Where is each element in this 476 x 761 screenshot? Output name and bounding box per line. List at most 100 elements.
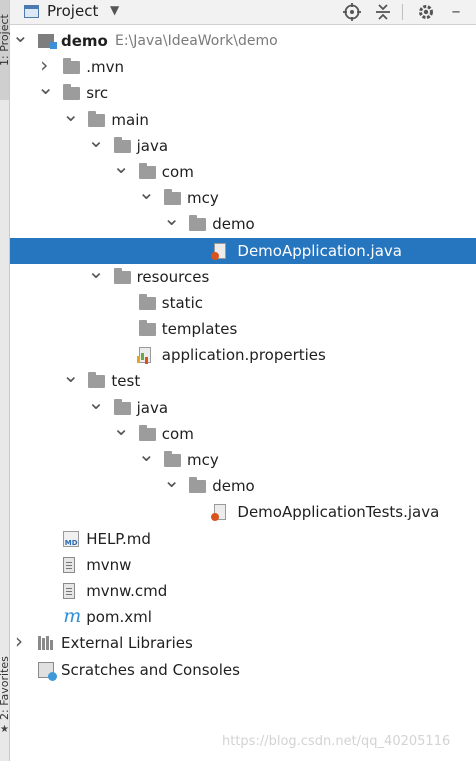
tree-node[interactable]: templates	[10, 316, 476, 342]
tree-node-label: test	[111, 372, 141, 391]
tree-node[interactable]: application.properties	[10, 342, 476, 368]
tree-node-label: mcy	[187, 451, 219, 469]
folder-icon	[164, 451, 181, 467]
markdown-file-icon: MD	[63, 530, 80, 547]
tree-node[interactable]: ⌄ test	[10, 363, 476, 394]
tree-node-label: java	[136, 136, 169, 155]
chevron-down-icon[interactable]: ⌄	[62, 101, 79, 127]
tree-node-label: mvnw.cmd	[86, 581, 168, 600]
scratches-icon	[38, 661, 57, 681]
folder-icon	[138, 424, 156, 441]
java-class-icon	[211, 242, 227, 260]
tree-node[interactable]: Scratches and Consoles	[10, 657, 476, 683]
tree-node-label: DemoApplication.java	[237, 241, 402, 260]
folder-icon	[88, 372, 106, 389]
tree-node-label: pom.xml	[86, 608, 152, 627]
hide-panel-icon[interactable]: –	[446, 2, 466, 22]
tree-node-label: mvnw	[86, 555, 132, 574]
tree-node[interactable]: ⌄ mcy	[10, 180, 476, 211]
properties-file-icon	[136, 347, 151, 364]
tree-node[interactable]: mvnw.cmd	[10, 578, 476, 604]
chevron-down-icon[interactable]: ⌄	[113, 153, 130, 179]
chevron-down-icon[interactable]: ⌄	[138, 441, 155, 467]
folder-icon	[189, 215, 207, 232]
module-path: E:\Java\IdeaWork\demo	[115, 33, 278, 49]
chevron-down-icon[interactable]: ⌄	[12, 22, 29, 48]
tree-node-label: main	[111, 110, 149, 129]
maven-icon: m	[63, 605, 82, 628]
tree-node[interactable]: ⌄ demo E:\Java\IdeaWork\demo	[10, 23, 476, 54]
tree-node[interactable]: m pom.xml	[10, 604, 476, 630]
chevron-down-icon[interactable]: ⌄	[88, 258, 105, 284]
project-toolbar: Project ▼ –	[10, 0, 476, 25]
favorites-star-icon[interactable]: ★	[0, 725, 9, 735]
tree-node-label: static	[161, 293, 203, 312]
tree-node-label: .mvn	[86, 58, 124, 77]
tree-node[interactable]: ⌄ demo	[10, 206, 476, 237]
tree-node[interactable]: ⌄ java	[10, 128, 476, 159]
tree-node-label: com	[161, 162, 194, 181]
tree-node[interactable]: ⌄ src	[10, 75, 476, 106]
tree-node[interactable]: › .mvn	[10, 53, 476, 80]
chevron-down-icon[interactable]: ⌄	[163, 205, 180, 231]
tree-node-label: demo	[212, 477, 255, 496]
locate-target-icon[interactable]	[342, 2, 362, 22]
tree-node[interactable]: MD HELP.md	[10, 526, 476, 552]
tree-node[interactable]: ⌄ com	[10, 416, 476, 447]
chevron-down-icon[interactable]: ⌄	[138, 179, 155, 205]
folder-icon	[113, 398, 131, 415]
tree-node-label: DemoApplicationTests.java	[237, 503, 440, 522]
tree-node-label: External Libraries	[61, 634, 193, 653]
tree-node[interactable]: ⌄ main	[10, 102, 476, 133]
folder-icon	[138, 320, 156, 337]
chevron-down-icon[interactable]: ⌄	[37, 74, 54, 100]
tree-node[interactable]: ⌄ resources	[10, 259, 476, 290]
java-class-icon	[211, 504, 227, 522]
project-view-icon	[24, 5, 39, 18]
tree-node-label: demo	[212, 215, 255, 234]
folder-icon	[63, 84, 81, 101]
tree-node[interactable]: DemoApplication.java	[10, 237, 476, 264]
chevron-down-icon[interactable]: ▼	[110, 3, 119, 17]
folder-icon	[138, 293, 156, 310]
chevron-down-icon[interactable]: ⌄	[163, 467, 180, 493]
tree-node-label: demo	[61, 32, 108, 50]
chevron-down-icon[interactable]: ⌄	[88, 389, 105, 415]
tree-node-label: com	[161, 424, 194, 443]
tree-node-label: application.properties	[161, 346, 326, 365]
tree-node[interactable]: DemoApplicationTests.java	[10, 499, 476, 525]
project-tree: ⌄ demo E:\Java\IdeaWork\demo › .mvn ⌄ src ⌄ main…	[10, 23, 476, 683]
tree-node[interactable]: ⌄ mcy	[10, 442, 476, 473]
folder-icon	[138, 162, 156, 179]
tree-node-label: src	[86, 84, 109, 103]
folder-icon	[164, 189, 181, 206]
folder-icon	[88, 110, 106, 127]
collapse-all-icon[interactable]	[373, 2, 393, 22]
view-selector[interactable]: Project	[47, 2, 98, 20]
tree-node-label: templates	[161, 320, 238, 339]
folder-icon	[113, 136, 131, 153]
tree-node-label: HELP.md	[86, 529, 151, 548]
chevron-down-icon[interactable]: ⌄	[113, 415, 130, 441]
chevron-down-icon[interactable]: ⌄	[88, 127, 105, 153]
favorites-tool-tab-label[interactable]: 2: Favorites	[0, 640, 10, 720]
folder-icon	[113, 267, 131, 284]
chevron-down-icon[interactable]: ⌄	[62, 362, 79, 388]
tree-node[interactable]: static	[10, 290, 476, 316]
tree-node[interactable]: › External Libraries	[10, 628, 476, 656]
tree-node[interactable]: mvnw	[10, 552, 476, 578]
left-tool-strip: 1: Project 2: Favorites ★	[0, 0, 10, 761]
tree-node[interactable]: ⌄ com	[10, 154, 476, 185]
watermark: https://blog.csdn.net/qq_40205116	[222, 734, 451, 749]
tree-node[interactable]: ⌄ demo	[10, 468, 476, 499]
tree-node-label: mcy	[187, 189, 219, 208]
text-file-icon	[63, 556, 76, 573]
module-icon	[38, 34, 57, 49]
chevron-right-icon[interactable]: ›	[12, 628, 26, 654]
folder-icon	[189, 477, 207, 494]
project-tool-tab-label[interactable]: 1: Project	[0, 2, 10, 66]
tree-node[interactable]: ⌄ java	[10, 390, 476, 421]
gear-icon[interactable]	[416, 2, 436, 22]
toolbar-separator	[402, 4, 403, 20]
folder-icon	[63, 58, 81, 75]
